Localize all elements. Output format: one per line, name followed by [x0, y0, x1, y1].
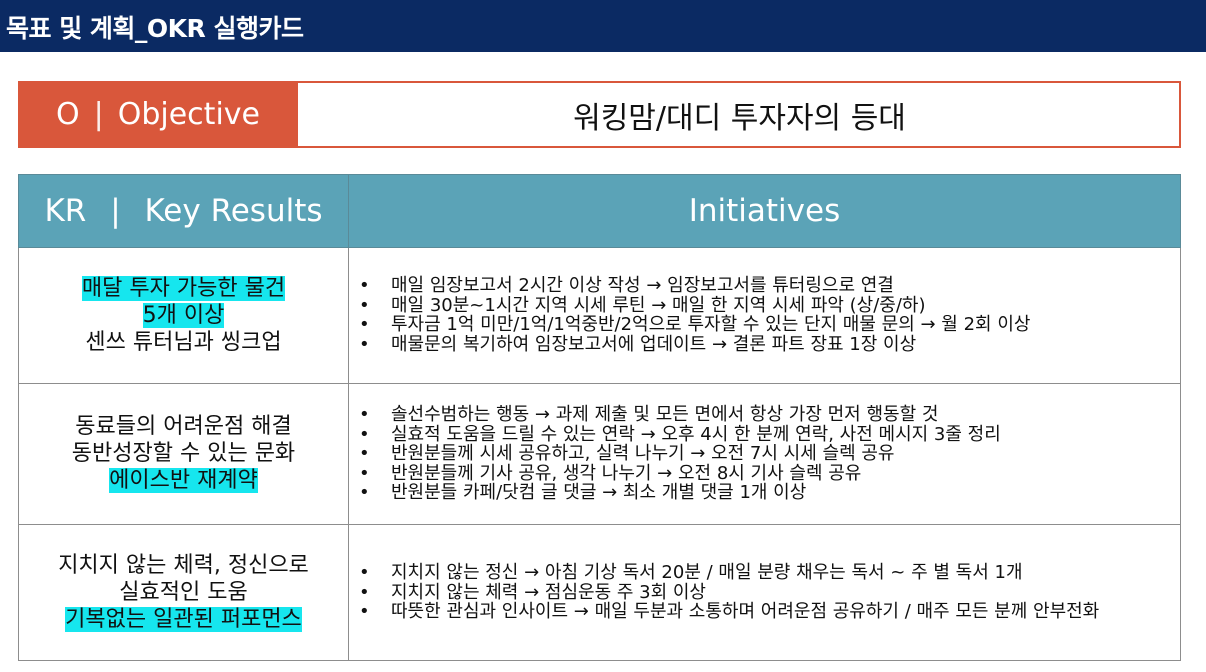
- initiative-text: 반원분들께 기사 공유, 생각 나누기 → 오전 8시 기사 슬렉 공유: [391, 462, 862, 484]
- initiative-text: 솔선수범하는 행동 → 과제 제출 및 모든 면에서 항상 가장 먼저 행동할 …: [391, 404, 939, 426]
- key-result-cell: 지치지 않는 체력, 정신으로 실효적인 도움 기복없는 일관된 퍼포먼스: [18, 524, 349, 661]
- initiative-item: • 매물문의 복기하여 임장보고서에 업데이트 → 결론 파트 장표 1장 이상: [359, 333, 917, 355]
- key-result-line: 센쓰 튜터님과 씽크업: [85, 329, 282, 355]
- initiatives-cell: • 지치지 않는 정신 → 아침 기상 독서 20분 / 매일 분량 채우는 독서…: [348, 524, 1181, 661]
- initiatives-header: Initiatives: [348, 174, 1181, 248]
- objective-label: Objective: [117, 97, 260, 132]
- objective-letter: O: [56, 97, 80, 132]
- objective-separator: |: [93, 97, 104, 132]
- initiative-item: • 투자금 1억 미만/1억/1억중반/2억으로 투자할 수 있는 단지 매물 문…: [359, 314, 1031, 336]
- initiative-item: • 지치지 않는 체력 → 점심운동 주 3회 이상: [359, 581, 706, 603]
- initiative-item: • 실효적 도움을 드릴 수 있는 연락 → 오후 4시 한 분께 연락, 사전 …: [359, 423, 1001, 445]
- title-bar: 목표 및 계획_OKR 실행카드: [0, 0, 1206, 52]
- key-result-line: 기복없는 일관된 퍼포먼스: [65, 607, 302, 632]
- kr-header-separator: |: [110, 193, 121, 229]
- objective-row: O | Objective 워킹맘/대디 투자자의 등대: [18, 81, 1181, 148]
- initiative-text: 지치지 않는 정신 → 아침 기상 독서 20분 / 매일 분량 채우는 독서 …: [391, 562, 1023, 584]
- initiatives-cell: • 솔선수범하는 행동 → 과제 제출 및 모든 면에서 항상 가장 먼저 행동할…: [348, 382, 1181, 526]
- key-result-line: 매달 투자 가능한 물건: [81, 275, 286, 301]
- initiative-item: • 반원분들께 기사 공유, 생각 나누기 → 오전 8시 기사 슬렉 공유: [359, 462, 862, 484]
- key-result-cell: 매달 투자 가능한 물건 5개 이상 센쓰 튜터님과 씽크업: [18, 247, 349, 384]
- key-result-cell: 동료들의 어려운점 해결 동반성장할 수 있는 문화 에이스반 재계약: [18, 382, 349, 526]
- initiative-text: 반원분들 카페/닷컴 글 댓글 → 최소 개별 댓글 1개 이상: [391, 482, 807, 504]
- key-result-line: 지치지 않는 체력, 정신으로: [58, 553, 309, 578]
- initiative-text: 지치지 않는 체력 → 점심운동 주 3회 이상: [391, 581, 706, 603]
- initiative-text: 매물문의 복기하여 임장보고서에 업데이트 → 결론 파트 장표 1장 이상: [391, 333, 917, 355]
- okr-table: KR | Key Results Initiatives 매달 투자 가능한 물…: [18, 174, 1181, 661]
- initiative-item: • 따뜻한 관심과 인사이트 → 매일 두분과 소통하며 어려운점 공유하기 / …: [359, 601, 1100, 623]
- kr-header-label: Key Results: [144, 193, 323, 229]
- initiatives-list: • 지치지 않는 정신 → 아침 기상 독서 20분 / 매일 분량 채우는 독서…: [357, 563, 1172, 622]
- table-row: 동료들의 어려운점 해결 동반성장할 수 있는 문화 에이스반 재계약 • 솔선수…: [18, 382, 1181, 526]
- initiative-text: 투자금 1억 미만/1억/1억중반/2억으로 투자할 수 있는 단지 매물 문의…: [391, 314, 1031, 336]
- page-title: 목표 및 계획_OKR 실행카드: [6, 14, 304, 43]
- table-row: 지치지 않는 체력, 정신으로 실효적인 도움 기복없는 일관된 퍼포먼스 • 지…: [18, 524, 1181, 661]
- kr-header: KR | Key Results: [18, 174, 349, 248]
- initiative-item: • 솔선수범하는 행동 → 과제 제출 및 모든 면에서 항상 가장 먼저 행동할…: [359, 404, 939, 426]
- initiative-text: 반원분들께 시세 공유하고, 실력 나누기 → 오전 7시 시세 슬렉 공유: [391, 443, 895, 465]
- initiative-text: 실효적 도움을 드릴 수 있는 연락 → 오후 4시 한 분께 연락, 사전 메…: [391, 423, 1001, 445]
- initiatives-cell: • 매일 임장보고서 2시간 이상 작성 → 임장보고서를 튜터링으로 연결 • 매…: [348, 247, 1181, 384]
- table-row: 매달 투자 가능한 물건 5개 이상 센쓰 튜터님과 씽크업 • 매일 임장보고서…: [18, 247, 1181, 384]
- initiative-item: • 매일 30분~1시간 지역 시세 루틴 → 매일 한 지역 시세 파악 (상/…: [359, 294, 926, 316]
- key-result-line: 동료들의 어려운점 해결: [75, 414, 292, 440]
- key-result-line: 에이스반 재계약: [109, 468, 258, 494]
- initiatives-list: • 매일 임장보고서 2시간 이상 작성 → 임장보고서를 튜터링으로 연결 • 매…: [357, 276, 1172, 354]
- table-header-row: KR | Key Results Initiatives: [18, 174, 1181, 248]
- initiative-item: • 지치지 않는 정신 → 아침 기상 독서 20분 / 매일 분량 채우는 독서…: [359, 562, 1023, 584]
- initiative-text: 매일 30분~1시간 지역 시세 루틴 → 매일 한 지역 시세 파악 (상/중…: [391, 294, 926, 316]
- key-result-line: 5개 이상: [142, 302, 225, 328]
- initiative-item: • 반원분들께 시세 공유하고, 실력 나누기 → 오전 7시 시세 슬렉 공유: [359, 443, 895, 465]
- key-result-line: 실효적인 도움: [119, 580, 248, 605]
- initiative-item: • 매일 임장보고서 2시간 이상 작성 → 임장보고서를 튜터링으로 연결: [359, 275, 894, 297]
- initiative-text: 따뜻한 관심과 인사이트 → 매일 두분과 소통하며 어려운점 공유하기 / 매…: [391, 601, 1100, 623]
- kr-header-code: KR: [44, 193, 87, 229]
- initiative-text: 매일 임장보고서 2시간 이상 작성 → 임장보고서를 튜터링으로 연결: [391, 275, 894, 297]
- initiatives-list: • 솔선수범하는 행동 → 과제 제출 및 모든 면에서 항상 가장 먼저 행동할…: [357, 405, 1172, 503]
- objective-value: 워킹맘/대디 투자자의 등대: [573, 100, 906, 136]
- key-result-line: 동반성장할 수 있는 문화: [71, 441, 296, 467]
- initiative-item: • 반원분들 카페/닷컴 글 댓글 → 최소 개별 댓글 1개 이상: [359, 482, 807, 504]
- objective-label-box: O | Objective: [18, 81, 298, 148]
